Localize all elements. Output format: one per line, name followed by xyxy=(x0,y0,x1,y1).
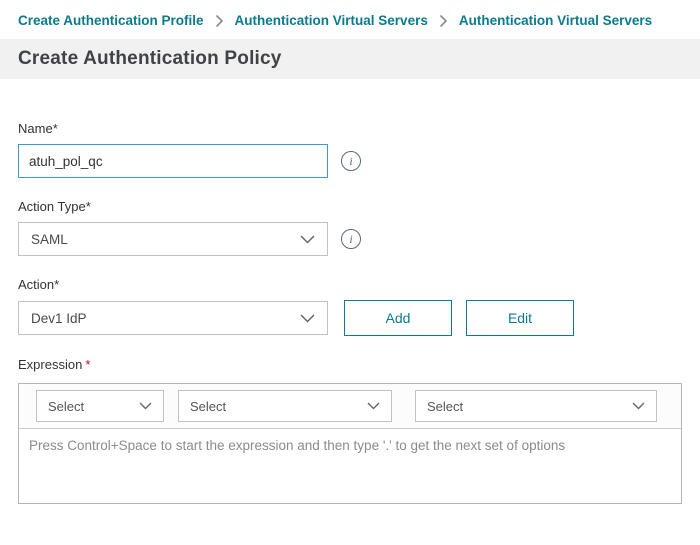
info-icon[interactable]: i xyxy=(341,229,361,249)
expression-select-3-value: Select xyxy=(427,399,463,414)
expression-input[interactable] xyxy=(19,429,681,503)
action-type-label: Action Type* xyxy=(18,199,682,214)
action-type-required-mark: * xyxy=(86,199,91,214)
create-authentication-policy-form: Name* i Action Type* SAML i Action* Dev1… xyxy=(0,79,700,504)
action-label: Action* xyxy=(18,277,682,292)
chevron-down-icon xyxy=(632,402,645,410)
name-control-row: i xyxy=(18,144,682,178)
action-type-label-text: Action Type xyxy=(18,199,86,214)
name-field: Name* i xyxy=(18,121,682,178)
action-control-row: Dev1 IdP Add Edit xyxy=(18,300,682,336)
action-field: Action* Dev1 IdP Add Edit xyxy=(18,277,682,336)
chevron-down-icon xyxy=(367,402,380,410)
expression-select-1[interactable]: Select xyxy=(36,390,164,422)
action-type-select[interactable]: SAML xyxy=(18,222,328,256)
action-select[interactable]: Dev1 IdP xyxy=(18,301,328,335)
action-required-mark: * xyxy=(54,277,59,292)
breadcrumb: Create Authentication Profile Authentica… xyxy=(0,0,700,39)
expression-required-mark: * xyxy=(85,357,90,372)
expression-field: Expression* Select Select Select xyxy=(18,357,682,504)
breadcrumb-link-authentication-virtual-servers[interactable]: Authentication Virtual Servers xyxy=(235,13,428,28)
page-header: Create Authentication Policy xyxy=(0,39,700,79)
chevron-down-icon xyxy=(300,314,315,323)
breadcrumb-link-authentication-virtual-servers-current[interactable]: Authentication Virtual Servers xyxy=(459,13,652,28)
expression-select-2-value: Select xyxy=(190,399,226,414)
action-label-text: Action xyxy=(18,277,54,292)
expression-select-2[interactable]: Select xyxy=(178,390,392,422)
chevron-down-icon xyxy=(300,235,315,244)
expression-editor: Select Select Select xyxy=(18,383,682,504)
expression-editor-body xyxy=(19,429,681,503)
breadcrumb-separator-icon xyxy=(215,14,224,28)
add-button[interactable]: Add xyxy=(344,300,452,336)
expression-label: Expression* xyxy=(18,357,682,372)
chevron-down-icon xyxy=(139,402,152,410)
expression-select-1-value: Select xyxy=(48,399,84,414)
action-type-control-row: SAML i xyxy=(18,222,682,256)
action-type-field: Action Type* SAML i xyxy=(18,199,682,256)
breadcrumb-link-create-authentication-profile[interactable]: Create Authentication Profile xyxy=(18,13,204,28)
action-type-selected-value: SAML xyxy=(31,232,68,247)
name-input[interactable] xyxy=(18,144,328,178)
expression-select-3[interactable]: Select xyxy=(415,390,657,422)
expression-label-text: Expression xyxy=(18,357,82,372)
page-title: Create Authentication Policy xyxy=(18,48,282,70)
name-label: Name* xyxy=(18,121,682,136)
info-icon[interactable]: i xyxy=(341,151,361,171)
action-selected-value: Dev1 IdP xyxy=(31,311,87,326)
breadcrumb-separator-icon xyxy=(439,14,448,28)
name-required-mark: * xyxy=(53,121,58,136)
edit-button[interactable]: Edit xyxy=(466,300,574,336)
expression-editor-toolbar: Select Select Select xyxy=(19,384,681,429)
name-label-text: Name xyxy=(18,121,53,136)
